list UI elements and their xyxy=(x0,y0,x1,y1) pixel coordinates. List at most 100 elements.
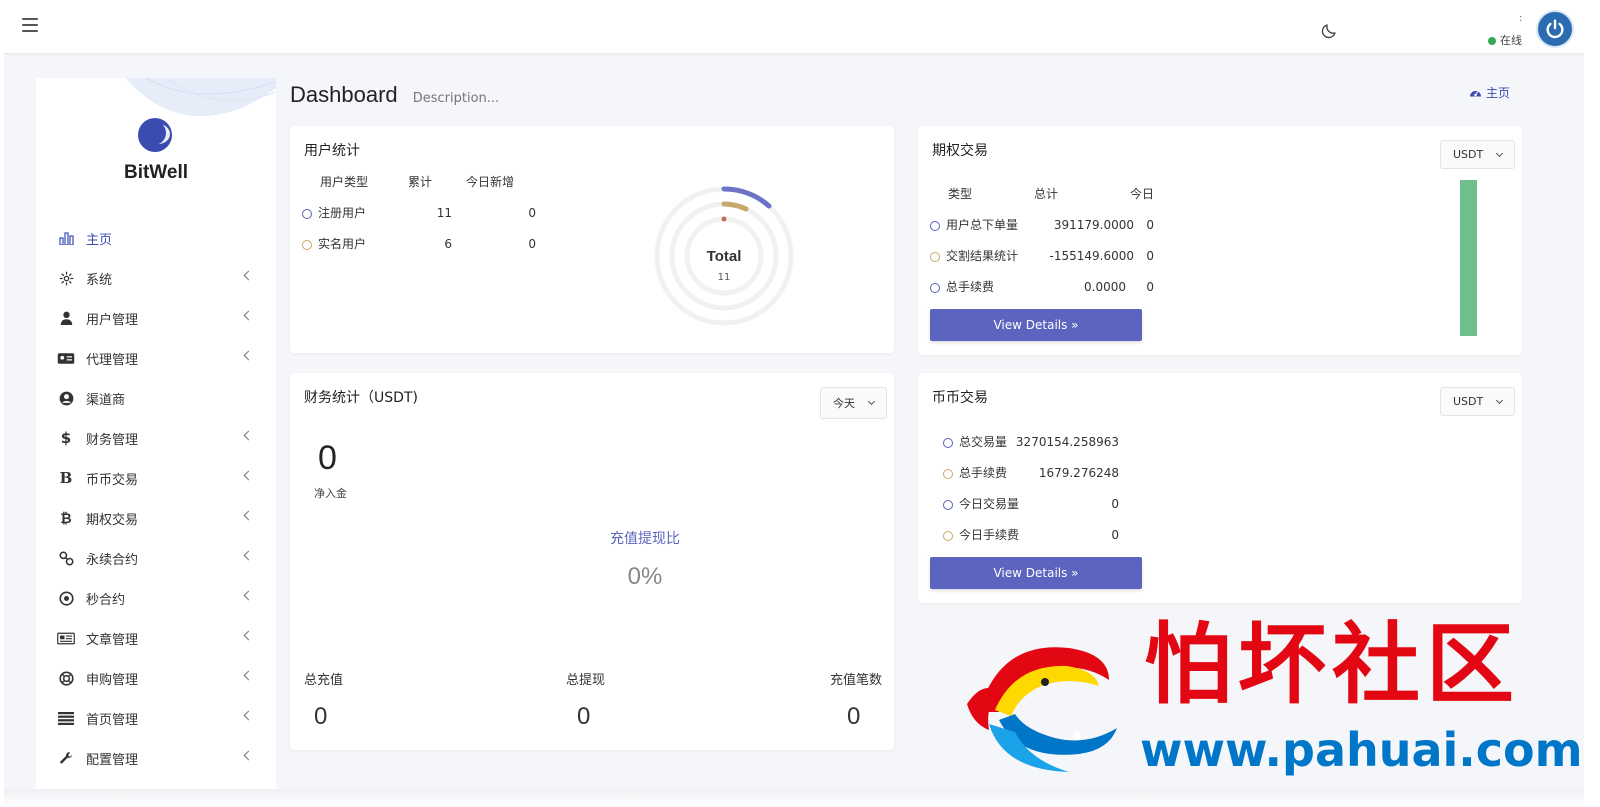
deposit-count-label: 充值笔数 xyxy=(830,673,883,688)
chevron-left-icon xyxy=(243,710,254,721)
table-row: 用户总下单量 391179.0000 0 xyxy=(930,209,1154,240)
sidebar-nav: 主页系统用户管理代理管理渠道商 $ 财务管理 B 币币交易 ₿ 期权交易永续合约秒合约文章管… xyxy=(36,218,276,807)
table-row: 今日交易量 0 xyxy=(943,488,1119,519)
option-type: 总手续费 xyxy=(946,280,995,294)
table-header-row: 用户类型 累计 今日新增 xyxy=(302,166,536,197)
sidebar: BitWell 主页 系统 用户管理 代理管理 渠道商 $ 财务管理 B 币币交易 ₿ 期权交易 永续… xyxy=(36,78,276,807)
dollar-icon: $ xyxy=(60,429,72,447)
table-row: 今日手续费 0 xyxy=(943,519,1119,550)
net-inflow-label: 净入金 xyxy=(314,487,347,500)
sidebar-item-label: 系统 xyxy=(86,272,113,288)
spot-value: 1679.276248 xyxy=(1038,465,1119,480)
sidebar-item-10[interactable]: 文章管理 xyxy=(36,618,276,658)
sidebar-item-1[interactable]: 系统 xyxy=(36,258,276,298)
bullet-icon xyxy=(302,208,312,219)
sidebar-item-label: 文章管理 xyxy=(86,632,139,648)
sidebar-item-label: 用户管理 xyxy=(86,312,139,328)
total-withdraw-label: 总提现 xyxy=(566,673,606,688)
user-stats-table: 用户类型 累计 今日新增 注册用户 11 0 实名用户 6 0 xyxy=(302,166,536,259)
options-table: 类型 总计 今日 用户总下单量 391179.0000 0 交割结果统计 -15… xyxy=(930,178,1154,302)
finance-stats-card: 财务统计（USDT) 今天 0 净入金 充值提现比 0% 总充值 总提现 充值笔… xyxy=(290,373,894,750)
table-row: 交割结果统计 -155149.6000 0 xyxy=(930,240,1154,271)
user-type: 实名用户 xyxy=(318,237,367,251)
options-trading-card: 期权交易 USDT 类型 总计 今日 用户总下单量 391179.0000 0 … xyxy=(918,126,1522,355)
dashboard-gauge-icon xyxy=(1470,91,1481,97)
spot-label: 总交易量 xyxy=(959,435,1008,449)
spot-value: 0 xyxy=(1111,527,1119,542)
deposit-withdraw-ratio-value: 0% xyxy=(627,563,663,590)
dark-mode-moon-icon[interactable] xyxy=(1320,22,1338,40)
user-total: 6 xyxy=(444,236,452,251)
spot-currency-select[interactable]: USDT xyxy=(1440,387,1516,416)
sidebar-item-8[interactable]: 永续合约 xyxy=(36,538,276,578)
newspaper-icon xyxy=(56,632,76,645)
finance-period-value: 今天 xyxy=(833,397,855,410)
column-header-today: 今日新增 xyxy=(466,175,515,189)
option-today: 0 xyxy=(1146,279,1154,294)
sidebar-item-label: 渠道商 xyxy=(86,392,126,408)
bar-chart-icon xyxy=(56,231,76,245)
user-avatar[interactable] xyxy=(1536,10,1574,48)
chevron-down-icon xyxy=(867,397,876,406)
finance-title: 财务统计（USDT) xyxy=(304,390,418,406)
sidebar-item-11[interactable]: 申购管理 xyxy=(36,658,276,698)
deposit-count-value: 0 xyxy=(847,703,861,730)
sidebar-item-13[interactable]: 配置管理 xyxy=(36,738,276,778)
online-status: 在线 xyxy=(1488,32,1522,48)
user-type: 注册用户 xyxy=(318,206,367,220)
option-total: 0.0000 xyxy=(1084,279,1126,294)
bullet-icon xyxy=(943,499,953,510)
spot-label: 总手续费 xyxy=(959,466,1008,480)
life-ring-icon xyxy=(56,670,76,686)
watermark-url: www.pahuai.com xyxy=(1140,723,1583,777)
sidebar-item-12[interactable]: 首页管理 xyxy=(36,698,276,738)
sidebar-item-2[interactable]: 用户管理 xyxy=(36,298,276,338)
donut-center-label: Total xyxy=(707,248,742,265)
sidebar-item-4[interactable]: 渠道商 xyxy=(36,378,276,418)
page-header: Dashboard Description... xyxy=(290,82,499,108)
sidebar-item-5[interactable]: $ 财务管理 xyxy=(36,418,276,458)
table-row: 实名用户 6 0 xyxy=(302,228,536,259)
sidebar-item-9[interactable]: 秒合约 xyxy=(36,578,276,618)
spot-currency-value: USDT xyxy=(1453,395,1484,408)
spot-label: 今日交易量 xyxy=(959,497,1020,511)
sidebar-item-6[interactable]: B 币币交易 xyxy=(36,458,276,498)
options-view-details-button[interactable]: View Details » xyxy=(930,309,1142,341)
link-icon xyxy=(56,551,76,566)
bitcoin-icon: ₿ xyxy=(60,510,72,527)
breadcrumb[interactable]: 主页 xyxy=(1469,84,1510,101)
option-type: 用户总下单量 xyxy=(946,218,1019,232)
finance-period-select[interactable]: 今天 xyxy=(820,387,887,419)
options-title: 期权交易 xyxy=(932,143,988,159)
watermark-title: 怕坏社区 xyxy=(1144,612,1521,716)
table-row: 总交易量 3270154.258963 xyxy=(943,426,1119,457)
sidebar-item-0[interactable]: 主页 xyxy=(36,218,276,258)
sidebar-decoration xyxy=(126,78,276,117)
sidebar-item-3[interactable]: 代理管理 xyxy=(36,338,276,378)
spot-value: 0 xyxy=(1111,496,1119,511)
menu-toggle-icon[interactable] xyxy=(22,18,38,32)
page-scrollbar[interactable] xyxy=(1584,0,1600,807)
dot-circle-icon xyxy=(56,590,76,606)
breadcrumb-home[interactable]: 主页 xyxy=(1486,84,1510,101)
user-stats-card: 用户统计 用户类型 累计 今日新增 注册用户 11 0 实名用户 6 0 Tot… xyxy=(290,126,894,353)
user-tie-icon xyxy=(56,311,76,325)
sidebar-item-label: 财务管理 xyxy=(86,432,139,448)
chevron-left-icon xyxy=(243,510,254,521)
option-today: 0 xyxy=(1146,248,1154,263)
sidebar-item-7[interactable]: ₿ 期权交易 xyxy=(36,498,276,538)
user-total-donut-chart: Total 11 xyxy=(654,186,794,326)
spot-table: 总交易量 3270154.258963 总手续费 1679.276248 今日交… xyxy=(943,426,1119,550)
chevron-left-icon xyxy=(243,630,254,641)
spot-title: 币币交易 xyxy=(932,390,988,406)
spot-view-details-button[interactable]: View Details » xyxy=(930,557,1142,589)
column-header-type: 用户类型 xyxy=(320,175,369,189)
options-currency-value: USDT xyxy=(1453,148,1484,161)
status-menu-dots[interactable]: : xyxy=(1519,14,1522,24)
user-stats-title: 用户统计 xyxy=(304,143,360,159)
total-deposit-label: 总充值 xyxy=(304,673,344,688)
chevron-left-icon xyxy=(243,550,254,561)
sidebar-item-label: 永续合约 xyxy=(86,552,139,568)
options-currency-select[interactable]: USDT xyxy=(1440,140,1516,169)
list-icon xyxy=(56,711,76,725)
